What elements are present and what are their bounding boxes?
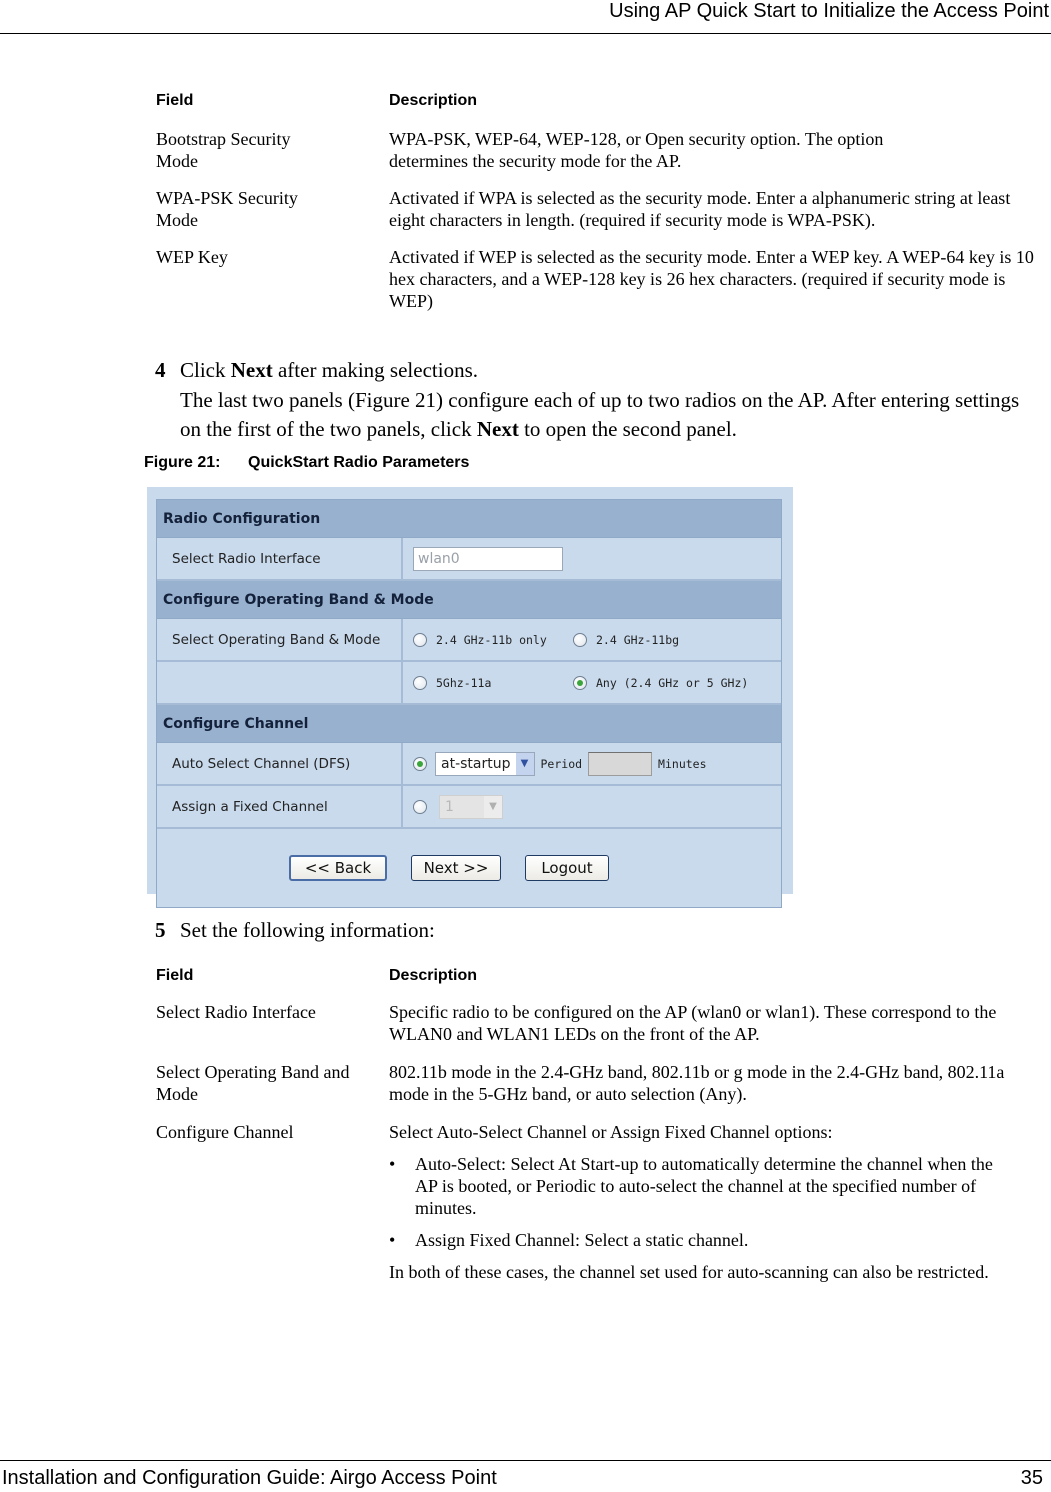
band-mode-row-2: 5Ghz-11a Any (2.4 GHz or 5 GHz) bbox=[157, 662, 781, 705]
bullet-icon: • bbox=[389, 1230, 396, 1250]
figure-title: QuickStart Radio Parameters bbox=[248, 454, 470, 471]
description-column-header: Description bbox=[389, 967, 478, 984]
header-rule bbox=[0, 33, 1051, 34]
band-mode-label: Select Operating Band & Mode bbox=[157, 619, 403, 660]
step-text: Set the following information: bbox=[180, 918, 435, 942]
step-text: Click bbox=[180, 358, 231, 382]
radio-field-table: Field Description Select Radio Interface… bbox=[156, 967, 1046, 1283]
fixed-channel-select[interactable]: 1 ▼ bbox=[439, 794, 503, 819]
radio-interface-row: Select Radio Interface wlan0 bbox=[157, 538, 781, 581]
field-note: In both of these cases, the channel set … bbox=[389, 1262, 989, 1282]
chevron-down-icon[interactable]: ▼ bbox=[484, 795, 502, 818]
radio-interface-input[interactable]: wlan0 bbox=[413, 546, 563, 571]
band-option-11a[interactable]: 5Ghz-11a bbox=[413, 675, 573, 690]
field-description: 802.11b mode in the 2.4-GHz band, 802.11… bbox=[389, 1062, 1005, 1104]
step-number: 5 bbox=[155, 918, 166, 942]
band-mode-row: Select Operating Band & Mode 2.4 GHz-11b… bbox=[157, 619, 781, 662]
field-name: Bootstrap Security Mode bbox=[156, 129, 291, 171]
running-header-title: Using AP Quick Start to Initialize the A… bbox=[609, 0, 1049, 22]
step-5: 5 Set the following information: bbox=[155, 916, 435, 944]
field-column-header: Field bbox=[156, 967, 194, 984]
table-row: Configure Channel Select Auto-Select Cha… bbox=[156, 1121, 1046, 1283]
description-column-header: Description bbox=[389, 92, 478, 109]
field-name: Configure Channel bbox=[156, 1122, 294, 1142]
period-label: Period bbox=[540, 756, 583, 771]
figure-label: Figure 21: bbox=[144, 454, 221, 471]
option-label: Any (2.4 GHz or 5 GHz) bbox=[596, 675, 749, 690]
bullet-item: • Assign Fixed Channel: Select a static … bbox=[389, 1229, 1006, 1251]
table-header: Field Description bbox=[156, 92, 1046, 114]
table-row: WPA-PSK Security Mode Activated if WPA i… bbox=[156, 187, 1046, 231]
figure-caption: Figure 21: QuickStart Radio Parameters bbox=[144, 454, 469, 472]
paragraph-text: to open the second panel. bbox=[518, 417, 737, 441]
radio-button-icon[interactable] bbox=[413, 632, 427, 647]
page-number: 35 bbox=[1020, 1467, 1043, 1489]
chevron-down-icon[interactable]: ▼ bbox=[515, 752, 534, 775]
button-row: << Back Next >> Logout bbox=[157, 829, 781, 907]
field-description: Specific radio to be configured on the A… bbox=[389, 1002, 997, 1044]
bullet-text: Auto-Select: Select At Start-up to autom… bbox=[415, 1154, 993, 1218]
fixed-channel-radio[interactable] bbox=[413, 799, 427, 814]
step-number: 4 bbox=[155, 358, 166, 382]
next-button[interactable]: Next >> bbox=[411, 855, 501, 881]
radio-button-selected-icon[interactable] bbox=[573, 675, 587, 690]
field-description-block: Select Auto-Select Channel or Assign Fix… bbox=[389, 1121, 1046, 1283]
band-option-11bg[interactable]: 2.4 GHz-11bg bbox=[573, 632, 680, 647]
step-4: 4 Click Next after making selections. bbox=[155, 356, 478, 384]
step-4-paragraph: The last two panels (Figure 21) configur… bbox=[180, 386, 1040, 444]
field-description: Activated if WPA is selected as the secu… bbox=[389, 188, 1011, 230]
table-row: Select Operating Band and Mode 802.11b m… bbox=[156, 1061, 1046, 1105]
logout-button[interactable]: Logout bbox=[525, 855, 609, 881]
fixed-channel-label: Assign a Fixed Channel bbox=[157, 786, 403, 827]
field-name: WPA-PSK Security Mode bbox=[156, 188, 298, 230]
radio-button-icon[interactable] bbox=[573, 632, 587, 647]
field-description: WPA-PSK, WEP-64, WEP-128, or Open securi… bbox=[389, 129, 884, 171]
band-option-any[interactable]: Any (2.4 GHz or 5 GHz) bbox=[573, 675, 749, 690]
field-name: WEP Key bbox=[156, 247, 228, 267]
table-row: Bootstrap Security Mode WPA-PSK, WEP-64,… bbox=[156, 128, 966, 172]
fixed-channel-row: Assign a Fixed Channel 1 ▼ bbox=[157, 786, 781, 829]
auto-channel-mode-select[interactable]: at-startup ▼ bbox=[435, 751, 535, 776]
auto-channel-label: Auto Select Channel (DFS) bbox=[157, 743, 403, 784]
back-button[interactable]: << Back bbox=[289, 855, 387, 881]
table-header: Field Description bbox=[156, 967, 1046, 989]
section-radio-configuration: Radio Configuration bbox=[157, 500, 781, 538]
radio-parameters-panel: Radio Configuration Select Radio Interfa… bbox=[147, 487, 793, 908]
field-name: Select Operating Band and Mode bbox=[156, 1062, 350, 1104]
radio-config-form: Radio Configuration Select Radio Interfa… bbox=[156, 499, 782, 908]
field-description: Activated if WEP is selected as the secu… bbox=[389, 247, 1034, 311]
footer-rule bbox=[0, 1460, 1051, 1461]
band-option-11b-only[interactable]: 2.4 GHz-11b only bbox=[413, 632, 573, 647]
table-row: WEP Key Activated if WEP is selected as … bbox=[156, 246, 1046, 312]
minutes-label: Minutes bbox=[658, 756, 707, 771]
section-operating-band-mode: Configure Operating Band & Mode bbox=[157, 581, 781, 619]
radio-interface-label: Select Radio Interface bbox=[157, 538, 403, 579]
bullet-text: Assign Fixed Channel: Select a static ch… bbox=[415, 1230, 749, 1250]
section-configure-channel: Configure Channel bbox=[157, 705, 781, 743]
option-label: 5Ghz-11a bbox=[436, 675, 492, 690]
step-bold-text: Next bbox=[230, 358, 273, 382]
option-label: 2.4 GHz-11bg bbox=[596, 632, 680, 647]
field-description: Select Auto-Select Channel or Assign Fix… bbox=[389, 1122, 833, 1142]
select-value: at-startup bbox=[441, 755, 511, 772]
bullet-item: • Auto-Select: Select At Start-up to aut… bbox=[389, 1153, 1006, 1219]
radio-button-icon[interactable] bbox=[413, 675, 427, 690]
bullet-icon: • bbox=[389, 1154, 396, 1174]
auto-channel-radio[interactable] bbox=[413, 756, 427, 771]
empty-label-cell bbox=[157, 662, 403, 703]
footer-guide-title: Installation and Configuration Guide: Ai… bbox=[2, 1467, 497, 1489]
table-row: Select Radio Interface Specific radio to… bbox=[156, 1001, 1046, 1045]
select-value: 1 bbox=[445, 798, 454, 815]
auto-channel-row: Auto Select Channel (DFS) at-startup ▼ P… bbox=[157, 743, 781, 786]
period-input[interactable] bbox=[588, 751, 653, 776]
field-column-header: Field bbox=[156, 92, 194, 109]
field-name: Select Radio Interface bbox=[156, 1002, 316, 1022]
security-field-table: Field Description Bootstrap Security Mod… bbox=[156, 92, 1046, 312]
paragraph-bold-text: Next bbox=[476, 417, 519, 441]
option-label: 2.4 GHz-11b only bbox=[436, 632, 547, 647]
step-text: after making selections. bbox=[272, 358, 478, 382]
